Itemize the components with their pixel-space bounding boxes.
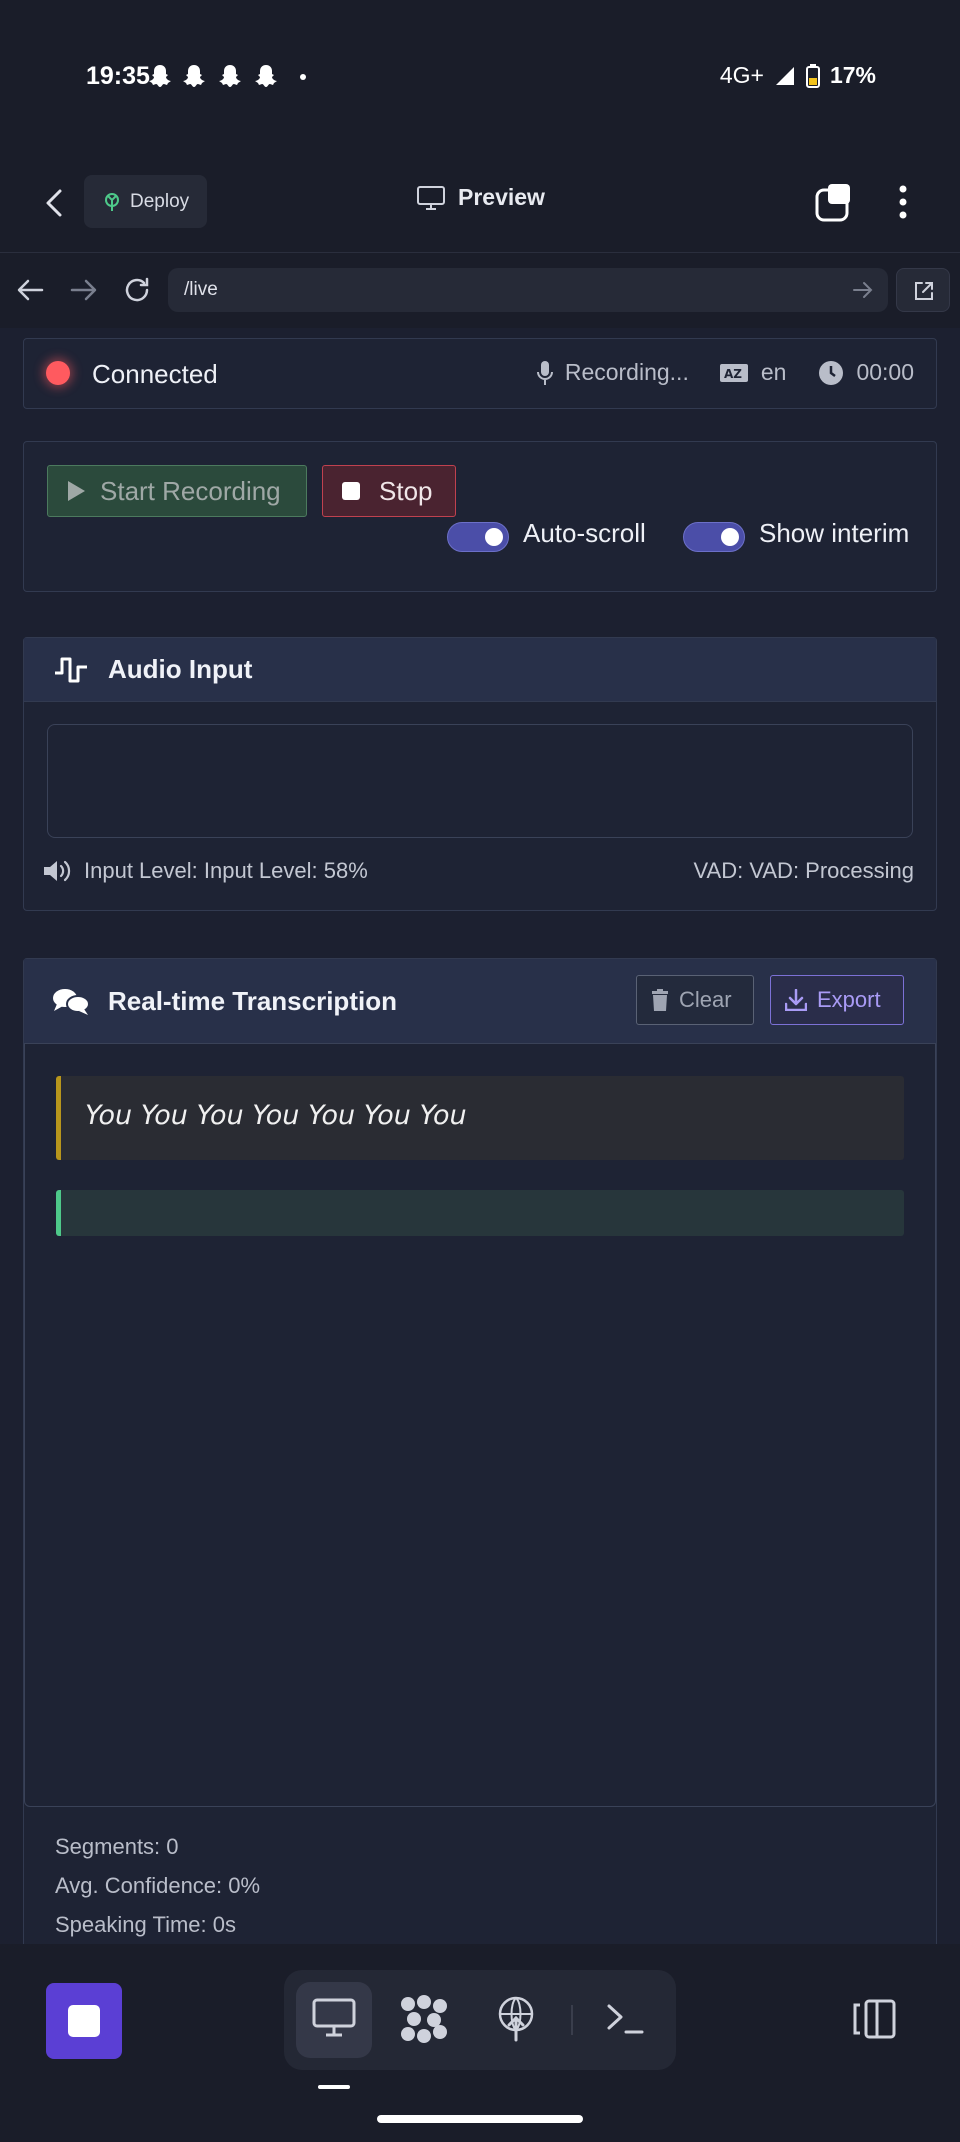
audio-input-header: Audio Input [24,638,936,702]
open-external-button[interactable] [896,268,950,312]
recording-timer: 00:00 [856,359,914,385]
battery-label: 17% [829,62,876,88]
controls-panel: Start Recording Stop Auto-scroll Show in… [23,441,937,592]
reload-icon[interactable] [122,275,152,305]
deploy-globe-icon[interactable] [496,1996,536,2042]
stop-button[interactable]: Stop [322,465,456,517]
audio-input-panel: Audio Input Input Level: Input Level: 58… [23,637,937,911]
auto-scroll-label: Auto-scroll [523,518,646,548]
export-label: Export [817,987,881,1012]
nav-divider [571,2005,573,2035]
signal-icon [775,66,794,85]
url-input[interactable]: /live [168,268,888,312]
vad-status: VAD: VAD: Processing [693,858,914,883]
snapchat-icon [255,65,277,87]
transcript-area[interactable]: You You You You You You You [24,1043,936,1807]
split-view-icon[interactable] [850,1997,898,2041]
snapchat-icon [149,65,171,87]
transcript-stats: Segments: 0 Avg. Confidence: 0% Speaking… [55,1827,260,1944]
microphone-icon [536,360,553,385]
nav-active-indicator [318,2085,350,2089]
transcript-segment-interim [56,1190,904,1236]
start-recording-label: Start Recording [100,475,281,506]
audio-input-title: Audio Input [108,654,253,684]
speaking-time: Speaking Time: 0s [55,1912,236,1937]
recording-led [46,361,70,385]
status-bar: 19:35 4G+ 17% [0,0,960,150]
more-options-icon[interactable] [894,184,912,220]
start-recording-button[interactable]: Start Recording [47,465,307,517]
language-code: en [760,359,787,385]
stop-icon [342,482,360,500]
browser-forward-icon[interactable] [70,278,98,302]
notification-dot [300,74,306,80]
input-level: Input Level: Input Level: 58% [42,858,368,884]
external-link-icon [915,282,933,300]
show-interim-label: Show interim [759,518,910,548]
clear-button[interactable]: Clear [636,975,754,1025]
segments-count: Segments: 0 [55,1834,179,1859]
stop-app-button[interactable] [46,1983,122,2059]
clock-icon [819,360,844,385]
recording-status: Recording... [564,359,689,385]
terminal-icon[interactable] [606,2002,644,2036]
trash-icon [652,989,668,1011]
waveform-icon [55,657,87,683]
snapchat-icon [183,65,205,87]
preview-label: Preview [458,184,545,210]
transcription-header: Real-time Transcription Clear Export [24,959,936,1044]
clear-label: Clear [679,987,732,1012]
tabs-icon[interactable] [814,182,856,222]
show-interim-toggle[interactable] [683,522,745,552]
back-icon[interactable] [44,188,66,218]
input-level-text: Input Level: Input Level: 58% [84,858,368,883]
avg-confidence: Avg. Confidence: 0% [55,1873,261,1898]
snapchat-icon [219,65,241,87]
deploy-icon [105,192,119,211]
battery-icon [805,63,820,88]
language-icon: AZ [719,363,748,382]
transcription-title: Real-time Transcription [108,986,397,1016]
comments-icon [53,989,90,1015]
play-icon [68,481,85,501]
auto-scroll-toggle[interactable] [447,522,509,552]
connection-status: Connected [92,359,218,389]
connection-meta: Recording... AZ en 00:00 [536,359,914,386]
transcription-panel: Real-time Transcription Clear Export You… [23,958,937,1948]
monitor-icon [417,185,445,210]
network-label: 4G+ [719,62,764,88]
export-button[interactable]: Export [770,975,904,1025]
transcript-segment-final: You You You You You You You [56,1076,904,1160]
home-indicator[interactable] [377,2115,583,2123]
volume-icon [44,860,71,882]
connection-panel: Connected Recording... AZ en 00:00 [23,338,937,409]
desktop-preview-icon [312,1998,356,2037]
status-right: 4G+ 17% [720,62,876,89]
browser-back-icon[interactable] [16,278,44,302]
status-time: 19:35 [86,62,150,90]
svg-text:AZ: AZ [724,367,742,381]
waveform-display [47,724,913,838]
go-arrow-icon[interactable] [852,281,874,299]
deploy-label: Deploy [130,190,190,212]
preview-title: Preview [416,184,545,211]
stop-label: Stop [379,475,433,506]
download-icon [785,989,807,1011]
deploy-button[interactable]: Deploy [84,175,207,228]
ai-agent-icon[interactable] [398,1994,450,2044]
